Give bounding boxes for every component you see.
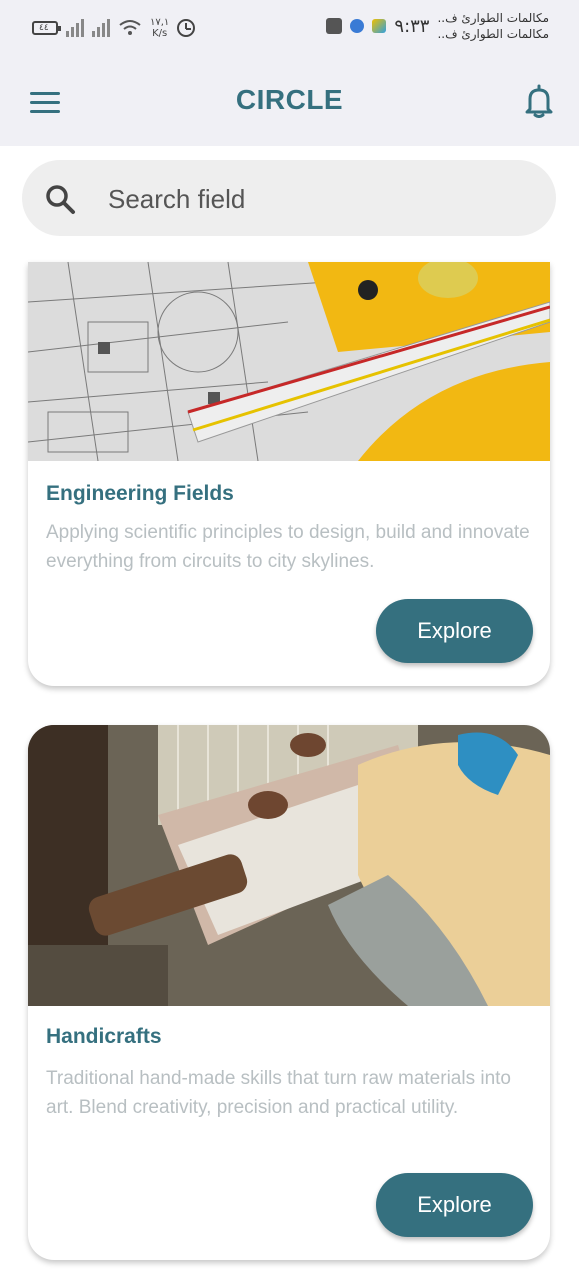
search-input[interactable] [106,180,530,218]
notification-line-1: مكالمات الطوارئ ف.. [437,11,549,25]
field-card-engineering: Engineering Fields Applying scientific p… [28,262,550,686]
battery-level: ٤٤ [39,23,49,33]
bell-icon[interactable] [525,84,553,118]
alarm-icon [177,19,196,37]
app-notification-icon [372,19,387,33]
status-icons-left: ٤٤ ١٧,١ K/s [32,14,196,42]
explore-button[interactable]: Explore [376,1173,533,1237]
card-description: Applying scientific principles to design… [46,522,530,572]
app-bar: CIRCLE [0,60,579,146]
notification-line-2: مكالمات الطوارئ ف.. [437,27,549,41]
clock-time: ٩:٣٣ [394,15,430,37]
search-icon [46,185,75,214]
app-title: CIRCLE [235,84,344,115]
weaving-loom-image [28,725,550,1006]
signal-icon [66,19,84,37]
notification-text: مكالمات الطوارئ ف.. مكالمات الطوارئ ف.. [437,10,549,42]
network-speed: ١٧,١ K/s [150,17,169,39]
status-icons-right: ٩:٣٣ مكالمات الطوارئ ف.. مكالمات الطوارئ… [326,10,549,42]
network-speed-unit: K/s [152,28,168,39]
engineering-blueprint-image [28,262,550,461]
battery-icon: ٤٤ [32,21,61,35]
globe-icon [350,19,365,33]
signal-icon [92,19,110,37]
network-speed-value: ١٧,١ [150,17,170,28]
card-title: Engineering Fields [46,482,234,505]
card-title: Handicrafts [46,1025,162,1048]
explore-button[interactable]: Explore [376,599,533,663]
wifi-icon [119,20,141,35]
status-bar: ٤٤ ١٧,١ K/s ٩:٣٣ مكالمات الطوارئ ف.. مكا… [0,0,579,60]
contact-card-icon [326,18,343,34]
search-bar[interactable] [22,160,556,236]
card-description: Traditional hand-made skills that turn r… [46,1068,511,1118]
field-card-handicrafts: Handicrafts Traditional hand-made skills… [28,725,550,1260]
